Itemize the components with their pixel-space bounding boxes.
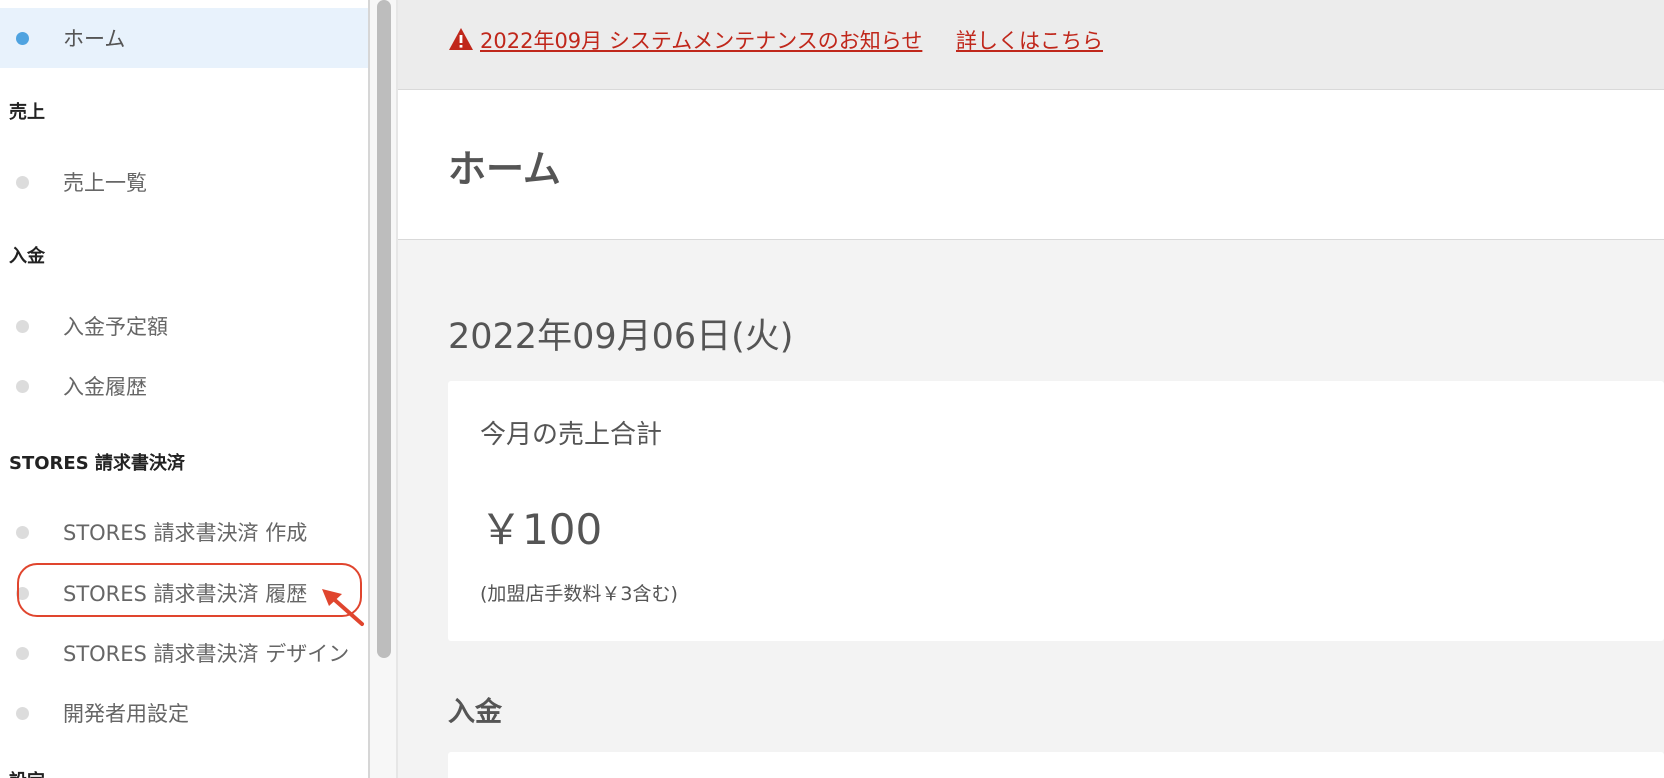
monthly-sales-card: 今月の売上合計 ￥100 (加盟店手数料￥3含む) xyxy=(448,381,1664,641)
sidebar-scrollbar[interactable] xyxy=(368,0,398,778)
main-content: 2022年09月 システムメンテナンスのお知らせ 詳しくはこちら ホーム 202… xyxy=(398,0,1664,778)
sidebar-item-invoice-create[interactable]: STORES 請求書決済 作成 xyxy=(0,502,368,562)
active-dot-icon xyxy=(16,31,29,45)
dot-icon xyxy=(16,646,29,660)
page-title: ホーム xyxy=(448,147,561,191)
dot-icon xyxy=(16,319,29,333)
warning-icon xyxy=(449,28,473,50)
dot-icon xyxy=(16,706,29,720)
notice-details-link[interactable]: 詳しくはこちら xyxy=(956,25,1103,55)
page-header: ホーム xyxy=(398,90,1664,240)
notice-bar: 2022年09月 システムメンテナンスのお知らせ 詳しくはこちら xyxy=(398,0,1664,90)
sidebar-item-label: STORES 請求書決済 作成 xyxy=(63,521,308,545)
sidebar-item-invoice-design[interactable]: STORES 請求書決済 デザイン xyxy=(0,623,368,683)
dot-icon xyxy=(16,175,29,189)
sidebar-item-label: 入金予定額 xyxy=(63,315,168,339)
deposit-card xyxy=(448,752,1664,778)
section-title-sales: 売上 xyxy=(9,102,45,123)
section-title-deposit: 入金 xyxy=(9,246,45,267)
deposit-section-heading: 入金 xyxy=(448,697,502,728)
highlight-ring xyxy=(17,563,362,617)
fee-note: (加盟店手数料￥3含む) xyxy=(480,583,678,605)
card-title: 今月の売上合計 xyxy=(480,420,663,450)
sidebar-item-label: 入金履歴 xyxy=(63,375,147,399)
sidebar-item-sales-list[interactable]: 売上一覧 xyxy=(0,152,368,212)
scrollbar-thumb[interactable] xyxy=(377,0,391,658)
dot-icon xyxy=(16,379,29,393)
section-title-invoice: STORES 請求書決済 xyxy=(9,453,185,474)
section-title-settings: 設定 xyxy=(9,767,45,778)
sidebar-item-deposit-scheduled[interactable]: 入金予定額 xyxy=(0,296,368,356)
sidebar-item-home[interactable]: ホーム xyxy=(0,8,368,68)
dot-icon xyxy=(16,525,29,539)
pointer-arrow-icon xyxy=(322,589,364,626)
sidebar-item-deposit-history[interactable]: 入金履歴 xyxy=(0,356,368,416)
sidebar-item-label: STORES 請求書決済 デザイン xyxy=(63,642,350,666)
sidebar-item-label: 開発者用設定 xyxy=(63,702,189,726)
maintenance-notice-link[interactable]: 2022年09月 システムメンテナンスのお知らせ xyxy=(480,25,922,55)
sales-total-amount: ￥100 xyxy=(480,505,603,554)
sidebar-item-developer-settings[interactable]: 開発者用設定 xyxy=(0,683,368,743)
sidebar-item-label: 売上一覧 xyxy=(63,171,147,195)
sidebar-item-label: ホーム xyxy=(63,27,126,51)
sidebar: ホーム 売上 売上一覧 入金 入金予定額 入金履歴 STORES 請求書決済 S… xyxy=(0,0,368,778)
app-layout: ホーム 売上 売上一覧 入金 入金予定額 入金履歴 STORES 請求書決済 S… xyxy=(0,0,1664,778)
date-heading: 2022年09月06日(火) xyxy=(448,317,794,357)
